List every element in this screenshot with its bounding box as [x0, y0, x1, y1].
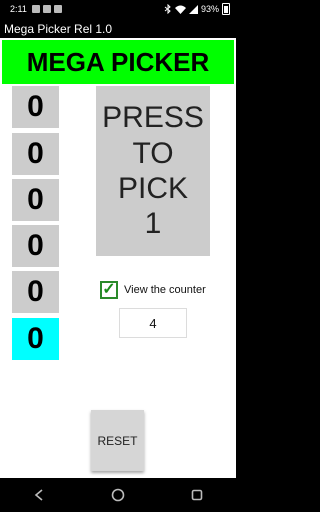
bluetooth-icon	[164, 4, 171, 14]
home-icon	[111, 488, 125, 502]
press-line-3: PICK	[117, 172, 189, 205]
battery-percent: 93%	[200, 4, 219, 14]
press-line-4: 1	[144, 207, 162, 241]
status-time: 2:11	[10, 4, 27, 14]
counter-4: 0	[12, 225, 59, 267]
battery-icon	[222, 3, 230, 15]
view-counter-row[interactable]: ✓ View the counter	[100, 281, 206, 299]
app-screen: 2:11 93% Mega Picker Rel 1.0 MEGA PICKER…	[0, 0, 236, 512]
recents-icon	[191, 489, 202, 501]
view-counter-label[interactable]: View the counter	[124, 284, 206, 296]
notification-icon	[43, 5, 51, 13]
app-title-bar: Mega Picker Rel 1.0	[0, 20, 236, 38]
checkmark-icon: ✓	[102, 281, 116, 298]
press-line-2: TO	[132, 136, 174, 170]
signal-icon	[188, 4, 198, 14]
press-line-1: PRESS	[102, 101, 204, 135]
nav-recents-button[interactable]	[177, 478, 217, 512]
counter-2: 0	[12, 133, 59, 175]
status-bar: 2:11 93%	[0, 0, 236, 20]
back-icon	[35, 489, 43, 501]
nav-home-button[interactable]	[98, 478, 138, 512]
banner-title: MEGA PICKER	[2, 40, 234, 84]
counter-value-field[interactable]: 4	[119, 308, 187, 338]
status-right: 93%	[164, 3, 230, 15]
notification-icon	[54, 5, 62, 13]
counter-6: 0	[12, 318, 59, 360]
notification-icon	[32, 5, 40, 13]
reset-button[interactable]: RESET	[91, 410, 144, 471]
counter-1: 0	[12, 86, 59, 128]
nav-back-button[interactable]	[19, 478, 59, 512]
view-counter-checkbox[interactable]: ✓	[100, 281, 118, 299]
wifi-icon	[174, 5, 186, 14]
system-nav-bar	[0, 478, 236, 512]
counter-5: 0	[12, 271, 59, 313]
notification-icons	[32, 5, 62, 13]
counter-3: 0	[12, 179, 59, 221]
press-to-pick-button[interactable]: PRESS TO PICK 1	[96, 86, 210, 256]
